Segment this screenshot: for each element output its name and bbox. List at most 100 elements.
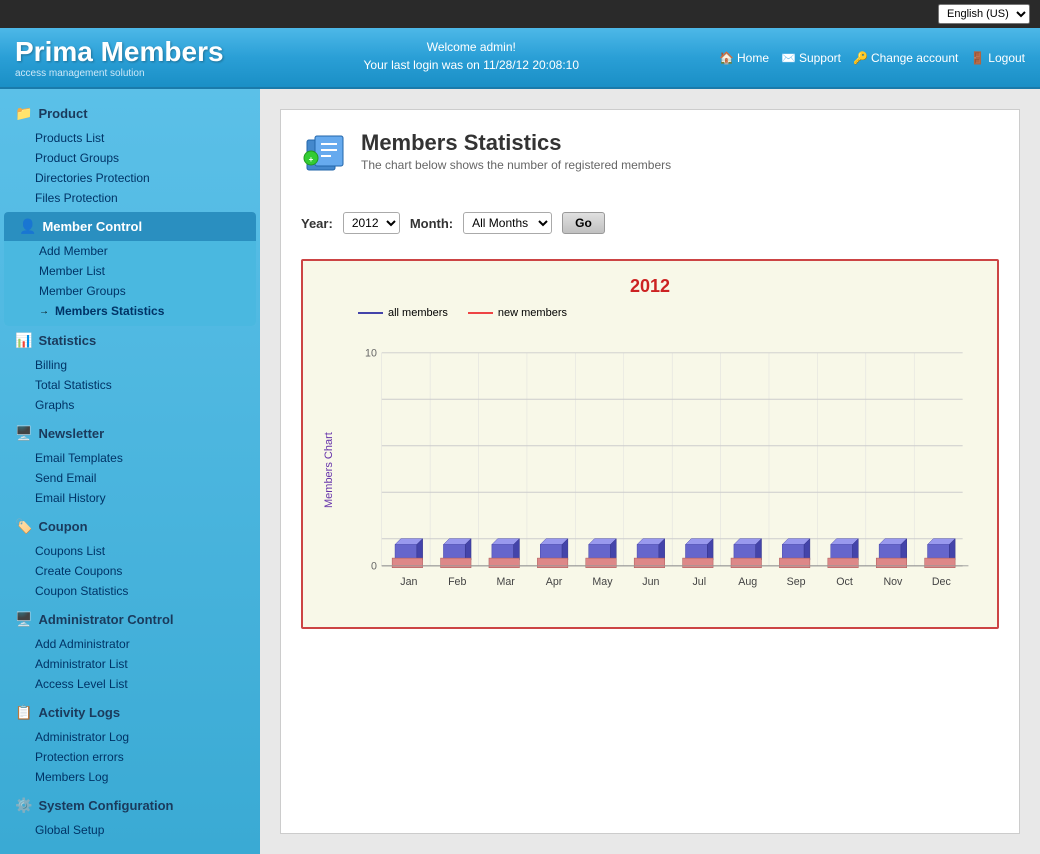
sidebar-link-files-protection[interactable]: Files Protection bbox=[35, 191, 118, 205]
chart-area: 10 0 JanFebMarAprMayJunJulAugSepOctNovDe… bbox=[343, 329, 982, 612]
section-icon-member-control: 👤 bbox=[19, 218, 36, 235]
sidebar-link-coupon-statistics[interactable]: Coupon Statistics bbox=[35, 584, 128, 598]
logo-area: Prima Members access management solution bbox=[15, 36, 224, 79]
sidebar-item-member-list[interactable]: Member List bbox=[34, 261, 256, 281]
sidebar-link-send-email[interactable]: Send Email bbox=[35, 471, 96, 485]
sidebar-link-coupons-list[interactable]: Coupons List bbox=[35, 544, 105, 558]
sidebar-link-members-log[interactable]: Members Log bbox=[35, 770, 108, 784]
sidebar-section-header-product[interactable]: 📁Product bbox=[0, 99, 260, 128]
sidebar-item-graphs[interactable]: Graphs bbox=[30, 395, 260, 415]
content-inner: + Members Statistics The chart below sho… bbox=[280, 109, 1020, 834]
sidebar-link-administrator-list[interactable]: Administrator List bbox=[35, 657, 128, 671]
sidebar-item-email-templates[interactable]: Email Templates bbox=[30, 448, 260, 468]
sidebar-section-coupon: 🏷️Coupon Coupons List Create Coupons Coupon… bbox=[0, 512, 260, 601]
home-icon: 🏠 bbox=[719, 51, 734, 65]
sidebar-section-header-member-control[interactable]: 👤 Member Control bbox=[4, 212, 256, 241]
sidebar-item-billing[interactable]: Billing bbox=[30, 355, 260, 375]
go-button[interactable]: Go bbox=[562, 212, 605, 234]
month-select[interactable]: All Months January February March April … bbox=[463, 212, 552, 234]
sidebar-section-product: 📁Product Products List Product Groups Direc… bbox=[0, 99, 260, 208]
sidebar-item-total-statistics[interactable]: Total Statistics bbox=[30, 375, 260, 395]
sidebar-link-email-templates[interactable]: Email Templates bbox=[35, 451, 123, 465]
chart-legend: all members new members bbox=[318, 307, 982, 319]
svg-text:+: + bbox=[309, 155, 314, 164]
sidebar-item-administrator-log[interactable]: Administrator Log bbox=[30, 727, 260, 747]
welcome-text: Welcome admin! bbox=[427, 40, 516, 54]
sidebar-link-product-groups[interactable]: Product Groups bbox=[35, 151, 119, 165]
month-label-Jul: Jul bbox=[692, 576, 706, 588]
sidebar-item-member-groups[interactable]: Member Groups bbox=[34, 281, 256, 301]
section-label-statistics: Statistics bbox=[38, 333, 96, 348]
page-subtitle: The chart below shows the number of regi… bbox=[361, 158, 671, 172]
section-label-member-control: Member Control bbox=[42, 219, 142, 234]
sidebar-item-create-coupons[interactable]: Create Coupons bbox=[30, 561, 260, 581]
legend-new-members: new members bbox=[468, 307, 567, 319]
sidebar-section-header-activity-logs[interactable]: 📋Activity Logs bbox=[0, 698, 260, 727]
year-label: Year: bbox=[301, 216, 333, 231]
sidebar-link-directories-protection[interactable]: Directories Protection bbox=[35, 171, 150, 185]
sidebar-item-access-level-list[interactable]: Access Level List bbox=[30, 674, 260, 694]
section-icon-newsletter: 🖥️ bbox=[15, 425, 32, 442]
home-link[interactable]: 🏠 Home bbox=[719, 51, 769, 65]
sidebar-section-header-system-configuration[interactable]: ⚙️System Configuration bbox=[0, 791, 260, 820]
sidebar-link-add-administrator[interactable]: Add Administrator bbox=[35, 637, 130, 651]
page-title-area: Members Statistics The chart below shows… bbox=[361, 130, 671, 172]
svg-text:10: 10 bbox=[365, 348, 377, 360]
support-link[interactable]: ✉️ Support bbox=[781, 51, 841, 65]
sidebar-link-create-coupons[interactable]: Create Coupons bbox=[35, 564, 122, 578]
month-label-Mar: Mar bbox=[496, 576, 515, 588]
sidebar-item-administrator-list[interactable]: Administrator List bbox=[30, 654, 260, 674]
sidebar-section-header-coupon[interactable]: 🏷️Coupon bbox=[0, 512, 260, 541]
header: Prima Members access management solution… bbox=[0, 28, 1040, 89]
sidebar-item-files-protection[interactable]: Files Protection bbox=[30, 188, 260, 208]
sidebar-section-administrator-control: 🖥️Administrator Control Add Administrator… bbox=[0, 605, 260, 694]
chart-title: 2012 bbox=[318, 276, 982, 297]
logout-link[interactable]: 🚪 Logout bbox=[970, 51, 1025, 65]
sidebar-link-products-list[interactable]: Products List bbox=[35, 131, 104, 145]
sidebar-link-graphs[interactable]: Graphs bbox=[35, 398, 74, 412]
sidebar-link-members-statistics[interactable]: Members Statistics bbox=[55, 304, 164, 318]
month-label-May: May bbox=[592, 576, 613, 588]
sidebar-section-header-administrator-control[interactable]: 🖥️Administrator Control bbox=[0, 605, 260, 634]
sidebar-item-add-member[interactable]: Add Member bbox=[34, 241, 256, 261]
sidebar-item-add-administrator[interactable]: Add Administrator bbox=[30, 634, 260, 654]
section-label-administrator-control: Administrator Control bbox=[38, 612, 173, 627]
month-label-Feb: Feb bbox=[448, 576, 466, 588]
sidebar-link-global-setup[interactable]: Global Setup bbox=[35, 823, 104, 837]
legend-new-members-line bbox=[468, 312, 493, 314]
sidebar-link-member-groups[interactable]: Member Groups bbox=[39, 284, 126, 298]
sidebar-item-products-list[interactable]: Products List bbox=[30, 128, 260, 148]
chart-container: 2012 all members new members Members Cha… bbox=[301, 259, 999, 629]
sidebar-item-email-history[interactable]: Email History bbox=[30, 488, 260, 508]
sidebar-link-member-list[interactable]: Member List bbox=[39, 264, 105, 278]
month-label-Aug: Aug bbox=[738, 576, 757, 588]
sidebar-item-directories-protection[interactable]: Directories Protection bbox=[30, 168, 260, 188]
sidebar-link-total-statistics[interactable]: Total Statistics bbox=[35, 378, 112, 392]
sidebar-item-coupon-statistics[interactable]: Coupon Statistics bbox=[30, 581, 260, 601]
language-select[interactable]: English (US) bbox=[938, 4, 1030, 24]
sidebar-item-members-log[interactable]: Members Log bbox=[30, 767, 260, 787]
logo-title: Prima Members bbox=[15, 36, 224, 68]
month-label-Dec: Dec bbox=[932, 576, 952, 588]
sidebar-link-email-history[interactable]: Email History bbox=[35, 491, 106, 505]
sidebar-item-protection-errors[interactable]: Protection errors bbox=[30, 747, 260, 767]
sidebar-link-protection-errors[interactable]: Protection errors bbox=[35, 750, 124, 764]
year-select[interactable]: 2012 2011 2010 bbox=[343, 212, 400, 234]
sidebar-item-product-groups[interactable]: Product Groups bbox=[30, 148, 260, 168]
members-stats-icon: + bbox=[301, 130, 349, 178]
sidebar-link-billing[interactable]: Billing bbox=[35, 358, 67, 372]
sidebar-link-add-member[interactable]: Add Member bbox=[39, 244, 108, 258]
chart-body: Members Chart bbox=[318, 329, 982, 612]
month-label: Month: bbox=[410, 216, 453, 231]
sidebar-section-header-statistics[interactable]: 📊Statistics bbox=[0, 326, 260, 355]
sidebar-link-access-level-list[interactable]: Access Level List bbox=[35, 677, 128, 691]
sidebar-section-header-newsletter[interactable]: 🖥️Newsletter bbox=[0, 419, 260, 448]
page-header: + Members Statistics The chart below sho… bbox=[301, 130, 999, 187]
change-account-link[interactable]: 🔑 Change account bbox=[853, 51, 958, 65]
sidebar-item-send-email[interactable]: Send Email bbox=[30, 468, 260, 488]
sidebar-item-coupons-list[interactable]: Coupons List bbox=[30, 541, 260, 561]
sidebar-link-administrator-log[interactable]: Administrator Log bbox=[35, 730, 129, 744]
sidebar-item-members-statistics[interactable]: Members Statistics bbox=[34, 301, 256, 321]
sidebar-item-global-setup[interactable]: Global Setup bbox=[30, 820, 260, 840]
account-icon: 🔑 bbox=[853, 51, 868, 65]
